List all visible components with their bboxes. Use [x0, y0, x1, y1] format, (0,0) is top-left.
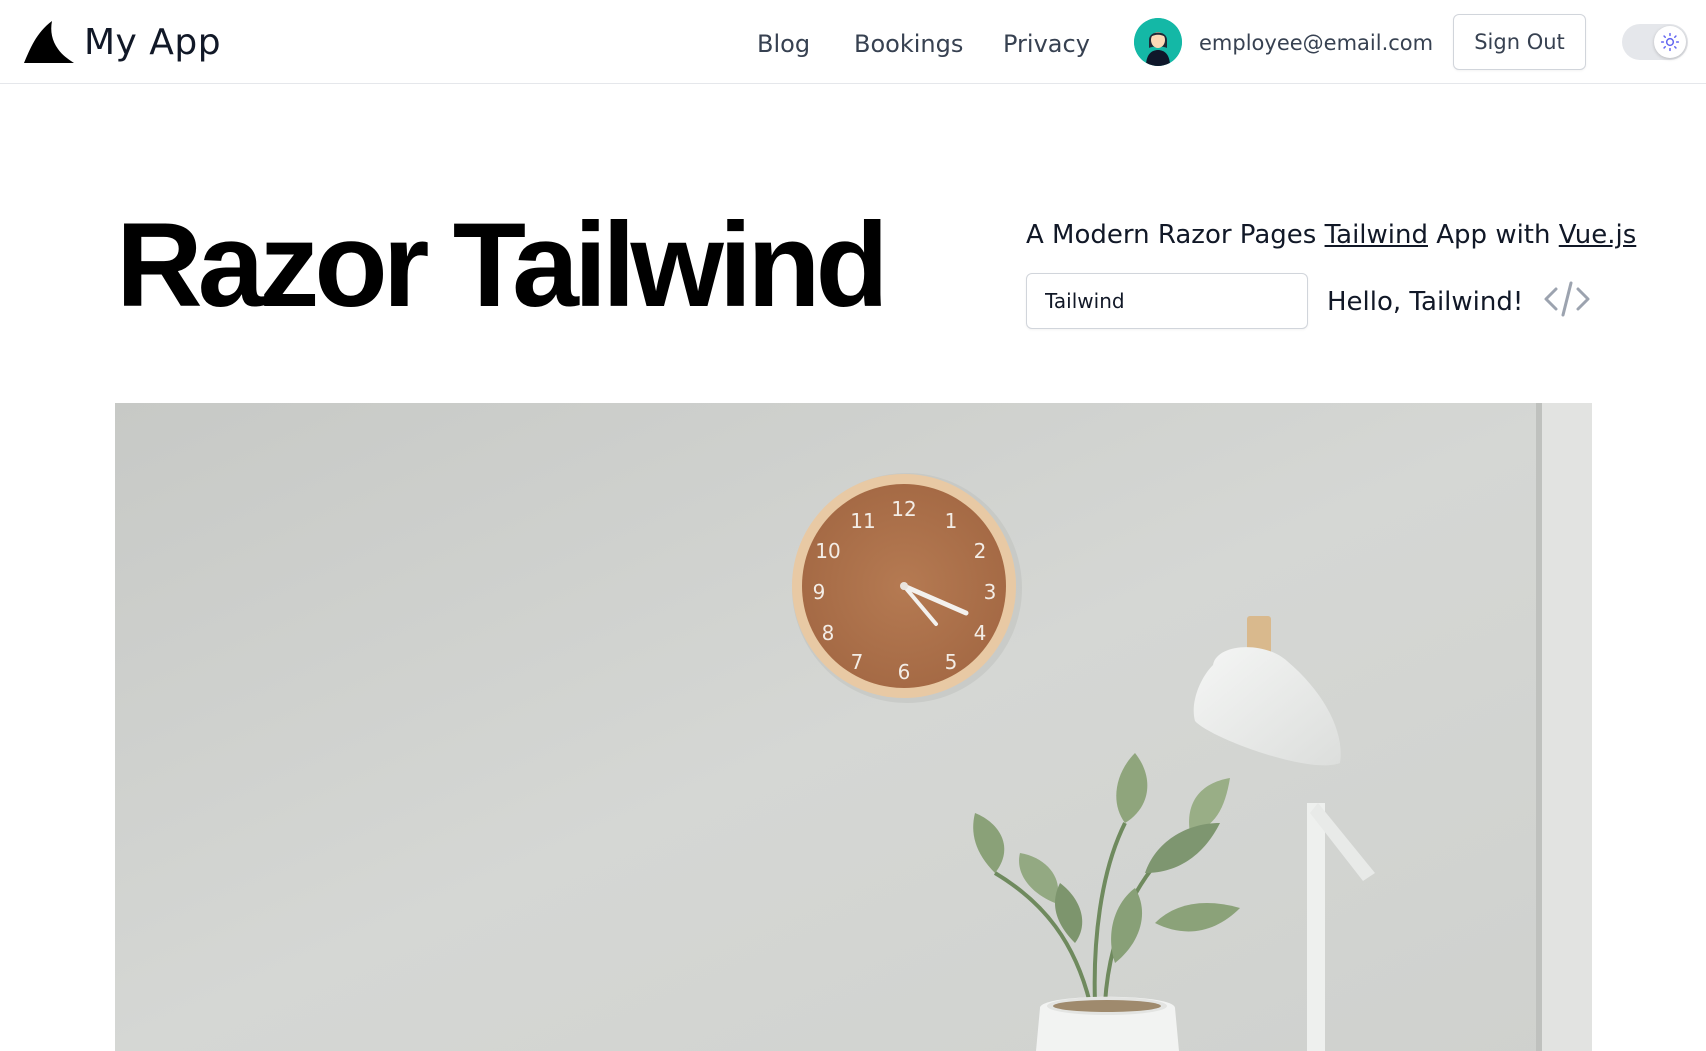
svg-text:3: 3: [984, 580, 997, 604]
toggle-knob: [1654, 26, 1686, 58]
nav-link-blog[interactable]: Blog: [757, 28, 810, 60]
brand-link[interactable]: My App: [22, 18, 221, 66]
hero-image: 12 1 2 3 4 5 6 7 8 9 10 11: [115, 403, 1592, 1051]
logo-icon: [24, 21, 74, 63]
user-avatar[interactable]: [1134, 18, 1182, 66]
tagline-prefix: A Modern Razor Pages: [1026, 220, 1325, 250]
sun-icon: [1660, 32, 1680, 52]
nav-link-privacy[interactable]: Privacy: [1003, 28, 1090, 60]
clock-illustration: 12 1 2 3 4 5 6 7 8 9 10 11: [792, 473, 1022, 703]
hero-photo: 12 1 2 3 4 5 6 7 8 9 10 11: [115, 403, 1592, 1051]
greeting-text: Hello, Tailwind!: [1327, 287, 1524, 317]
svg-text:2: 2: [974, 539, 987, 563]
nav-link-bookings[interactable]: Bookings: [854, 28, 963, 60]
svg-text:4: 4: [974, 621, 987, 645]
svg-text:6: 6: [898, 660, 911, 684]
avatar-icon: [1134, 18, 1182, 66]
code-icon[interactable]: [1543, 279, 1591, 319]
name-input[interactable]: [1026, 273, 1308, 329]
tailwind-link[interactable]: Tailwind: [1325, 220, 1428, 250]
svg-text:8: 8: [822, 621, 835, 645]
svg-text:5: 5: [945, 650, 958, 674]
svg-text:12: 12: [891, 497, 916, 521]
tagline-middle: App with: [1428, 220, 1559, 250]
user-email: employee@email.com: [1199, 31, 1434, 55]
page-title: Razor Tailwind: [116, 198, 889, 332]
top-navbar: My App Blog Bookings Privacy employee@em…: [0, 0, 1706, 84]
hero-tagline: A Modern Razor Pages Tailwind App with V…: [1026, 218, 1636, 252]
svg-text:10: 10: [815, 539, 840, 563]
sign-out-button[interactable]: Sign Out: [1453, 14, 1586, 70]
vuejs-link[interactable]: Vue.js: [1559, 220, 1637, 250]
svg-text:11: 11: [850, 509, 875, 533]
svg-text:7: 7: [851, 650, 864, 674]
svg-text:9: 9: [813, 580, 826, 604]
brand-name: My App: [84, 21, 222, 63]
theme-toggle[interactable]: [1622, 24, 1688, 60]
svg-text:1: 1: [945, 509, 958, 533]
